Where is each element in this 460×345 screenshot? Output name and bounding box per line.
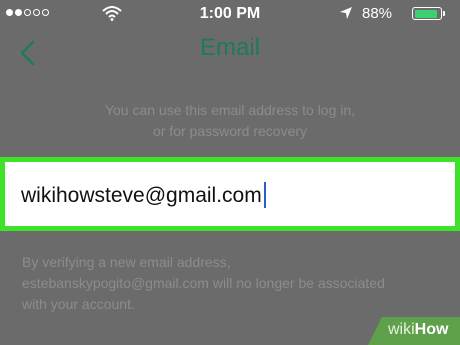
battery-percent: 88% (362, 5, 393, 22)
wikihow-watermark: wikiHow (368, 317, 460, 345)
navigation-bar: Email (0, 28, 460, 78)
email-field-value[interactable]: wikihowsteve@gmail.com (21, 184, 262, 207)
email-hint-text: You can use this email address to log in… (0, 100, 460, 142)
hint-line-1: You can use this email address to log in… (104, 102, 356, 118)
status-bar: 1:00 PM 88% (0, 0, 460, 28)
location-arrow-icon (340, 7, 352, 19)
hint-line-2: or for password recovery (152, 123, 308, 139)
page-title: Email (199, 34, 260, 61)
text-cursor (263, 182, 266, 208)
verification-warning-text: By verifying a new email address, esteba… (22, 252, 385, 315)
warning-line-3: with your account. (22, 296, 135, 312)
warning-line-2: estebanskypogito@gmail.com will no longe… (22, 275, 385, 291)
warning-line-1: By verifying a new email address, (22, 254, 231, 270)
email-field[interactable]: wikihowsteve@gmail.com (0, 157, 460, 231)
battery-icon (412, 7, 442, 20)
battery-level-fill (414, 9, 437, 18)
